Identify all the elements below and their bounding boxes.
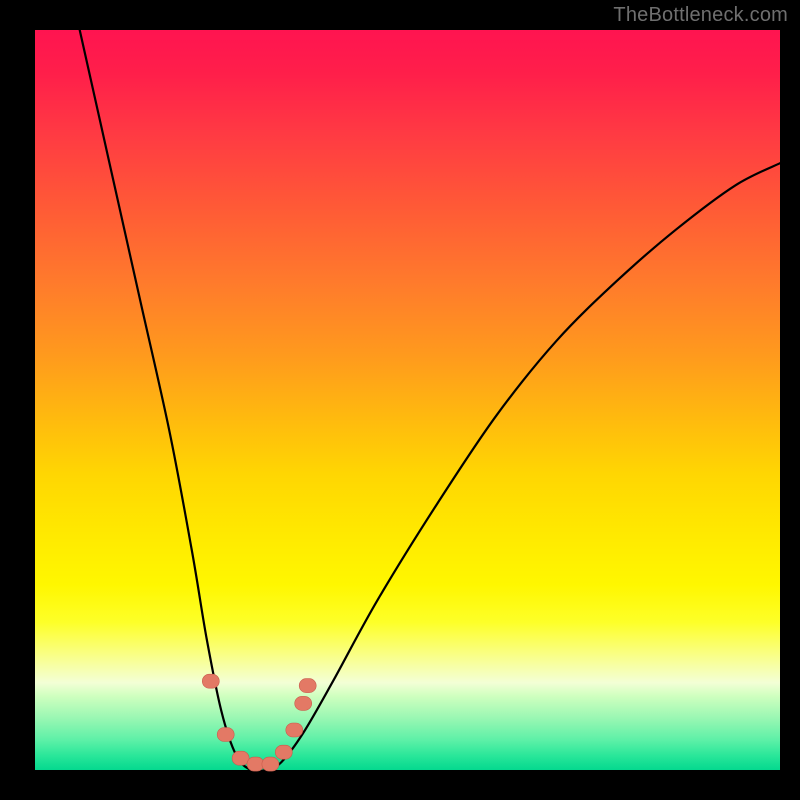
curve-marker — [275, 745, 292, 759]
curve-marker — [217, 728, 234, 742]
bottleneck-curve — [80, 30, 780, 771]
curve-marker — [286, 723, 303, 737]
curve-marker — [295, 696, 312, 710]
curve-marker — [299, 679, 316, 693]
curve-marker — [232, 751, 249, 765]
watermark-text: TheBottleneck.com — [613, 4, 788, 27]
curve-marker — [247, 757, 264, 771]
chart-frame: TheBottleneck.com — [0, 0, 800, 800]
curve-marker — [262, 757, 279, 771]
curve-layer — [35, 30, 780, 770]
marker-group — [202, 674, 316, 771]
plot-area — [35, 30, 780, 770]
curve-marker — [202, 674, 219, 688]
